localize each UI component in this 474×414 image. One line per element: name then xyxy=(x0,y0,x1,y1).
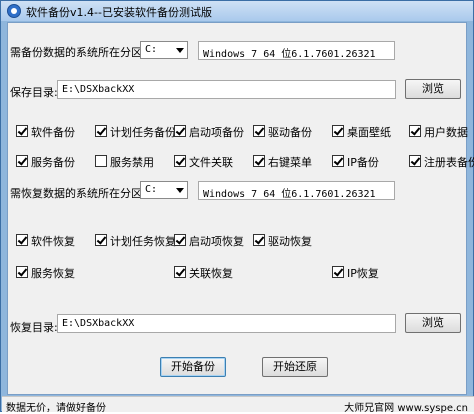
restore-dir-input[interactable]: E:\DSXbackXX xyxy=(57,314,396,333)
checkbox[interactable] xyxy=(253,155,265,167)
checkbox[interactable] xyxy=(16,234,28,246)
backup-partition-select[interactable]: C: xyxy=(140,41,188,59)
checkbox[interactable] xyxy=(95,155,107,167)
restore-partition-value: C: xyxy=(145,184,158,195)
status-bar: 数据无价，请做好备份 大师兄官网 www.syspe.cn xyxy=(2,396,474,414)
checkbox[interactable] xyxy=(332,125,344,137)
start-backup-button[interactable]: 开始备份 xyxy=(160,357,226,377)
option-label: 驱动备份 xyxy=(268,126,312,139)
chevron-down-icon xyxy=(176,48,184,53)
option-label: 驱动恢复 xyxy=(268,235,312,248)
backup-partition-value: C: xyxy=(145,44,158,55)
save-dir-input[interactable]: E:\DSXbackXX xyxy=(57,80,396,99)
checkbox[interactable] xyxy=(174,266,186,278)
save-dir-value: E:\DSXbackXX xyxy=(62,84,135,95)
chevron-down-icon xyxy=(176,188,184,193)
option-label: 文件关联 xyxy=(189,156,233,169)
browse-save-button[interactable]: 浏览 xyxy=(405,79,461,99)
restore-partition-select[interactable]: C: xyxy=(140,181,188,199)
backup-partition-label: 需备份数据的系统所在分区: xyxy=(10,46,146,59)
option-label: 桌面壁纸 xyxy=(347,126,391,139)
backup-os-info: Windows 7 64 位6.1.7601.26321 xyxy=(198,41,395,60)
save-dir-label: 保存目录: xyxy=(10,86,58,99)
option-label: 关联恢复 xyxy=(189,267,233,280)
option-label: 用户数据 xyxy=(424,126,468,139)
option-label: 右键菜单 xyxy=(268,156,312,169)
checkbox[interactable] xyxy=(16,155,28,167)
backup-os-info-text: Windows 7 64 位6.1.7601.26321 xyxy=(203,49,376,60)
checkbox[interactable] xyxy=(174,125,186,137)
restore-partition-label: 需恢复数据的系统所在分区: xyxy=(10,187,146,200)
option-label: 软件备份 xyxy=(31,126,75,139)
title-bar[interactable]: 软件备份v1.4--已安装软件备份测试版 xyxy=(1,1,473,21)
restore-dir-value: E:\DSXbackXX xyxy=(62,318,135,329)
option-label: 服务备份 xyxy=(31,156,75,169)
checkbox[interactable] xyxy=(95,234,107,246)
checkbox[interactable] xyxy=(332,266,344,278)
app-window: 软件备份v1.4--已安装软件备份测试版 需备份数据的系统所在分区: C: Wi… xyxy=(0,0,474,414)
window-title: 软件备份v1.4--已安装软件备份测试版 xyxy=(26,6,212,19)
restore-os-info-text: Windows 7 64 位6.1.7601.26321 xyxy=(203,189,376,200)
option-label: IP备份 xyxy=(347,156,379,169)
main-panel: 需备份数据的系统所在分区: C: Windows 7 64 位6.1.7601.… xyxy=(7,22,474,395)
checkbox[interactable] xyxy=(409,125,421,137)
checkbox[interactable] xyxy=(253,125,265,137)
option-label: IP恢复 xyxy=(347,267,379,280)
option-label: 软件恢复 xyxy=(31,235,75,248)
checkbox[interactable] xyxy=(95,125,107,137)
app-icon xyxy=(7,4,21,18)
checkbox[interactable] xyxy=(16,266,28,278)
checkbox[interactable] xyxy=(174,234,186,246)
checkbox[interactable] xyxy=(174,155,186,167)
restore-os-info: Windows 7 64 位6.1.7601.26321 xyxy=(198,181,395,200)
option-label: 注册表备份 xyxy=(424,156,474,169)
checkbox[interactable] xyxy=(332,155,344,167)
checkbox[interactable] xyxy=(409,155,421,167)
option-label: 服务禁用 xyxy=(110,156,154,169)
option-label: 计划任务恢复 xyxy=(110,235,176,248)
restore-dir-label: 恢复目录: xyxy=(10,321,58,334)
browse-restore-button[interactable]: 浏览 xyxy=(405,313,461,333)
option-label: 服务恢复 xyxy=(31,267,75,280)
checkbox[interactable] xyxy=(16,125,28,137)
option-label: 启动项恢复 xyxy=(189,235,244,248)
checkbox[interactable] xyxy=(253,234,265,246)
start-restore-button[interactable]: 开始还原 xyxy=(262,357,328,377)
option-label: 计划任务备份 xyxy=(110,126,176,139)
option-label: 启动项备份 xyxy=(189,126,244,139)
